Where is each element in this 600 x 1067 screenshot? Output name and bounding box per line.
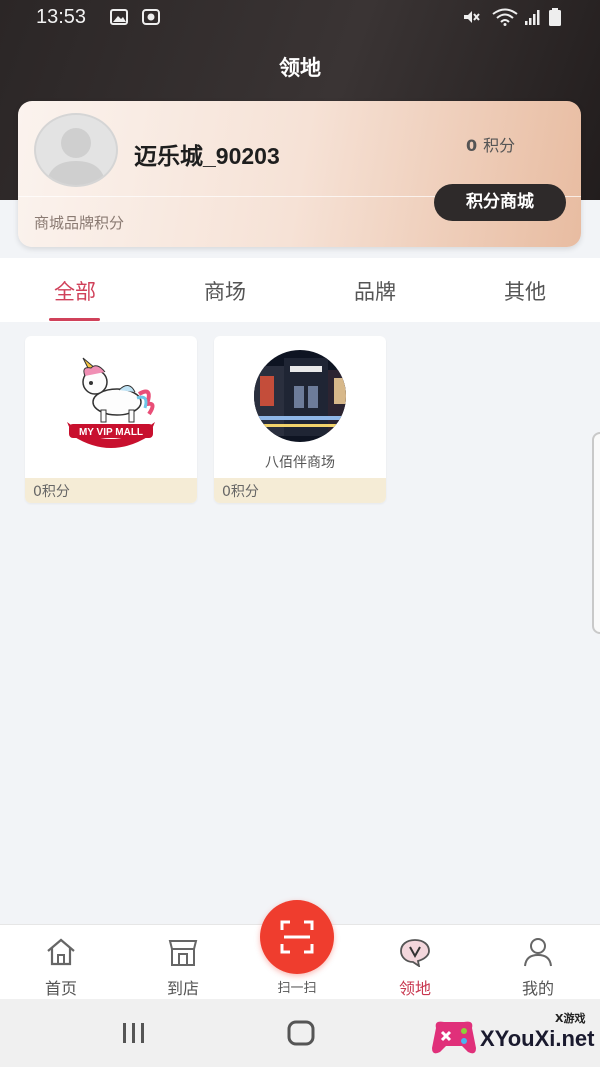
item-points: 0积分: [222, 484, 259, 500]
mall-photo: [254, 350, 346, 442]
status-bar: 13:53: [0, 0, 600, 36]
scan-label: 扫一扫: [277, 981, 317, 996]
points-mall-button[interactable]: 积分商城: [434, 184, 566, 221]
category-tabs: 全部 商场 品牌 其他: [0, 258, 600, 322]
tab-all[interactable]: 全部: [0, 276, 150, 306]
tabbar-home-label: 首页: [44, 979, 77, 998]
gamepad-logo-icon: [432, 1021, 476, 1054]
watermark-text: XYouXi.net: [480, 1026, 595, 1051]
tabbar-store[interactable]: 到店: [138, 937, 228, 999]
watermark: X游戏 XYouXi.net: [430, 1012, 600, 1062]
page-title: 领地: [279, 56, 321, 80]
tab-other[interactable]: 其他: [450, 276, 600, 306]
image-notification-icon: [110, 9, 128, 25]
watermark-small-text: X游戏: [555, 1012, 586, 1025]
mute-icon: [464, 11, 480, 23]
tabbar-mine[interactable]: 我的: [493, 937, 583, 999]
camera-notification-icon: [142, 9, 160, 25]
points-value: 0: [466, 136, 478, 155]
avatar[interactable]: [34, 113, 118, 187]
item-points-bar: 0积分: [214, 478, 386, 503]
battery-icon: [549, 8, 561, 26]
grid-item-my-vip-mall[interactable]: MY VIP MALL 0积分: [25, 336, 197, 503]
home-nav-icon[interactable]: [286, 1019, 316, 1047]
signal-icon: [525, 10, 540, 25]
username: 迈乐城_90203: [134, 143, 280, 169]
tabbar-mine-label: 我的: [521, 979, 554, 998]
grid-item-babaiban-mall[interactable]: 八佰伴商场 0积分: [214, 336, 386, 503]
tab-brands[interactable]: 品牌: [300, 276, 450, 306]
active-tab-indicator: [49, 318, 100, 321]
tabbar-territory[interactable]: 领地: [370, 937, 460, 999]
territory-chat-icon: [400, 939, 430, 968]
item-points-bar: 0积分: [25, 478, 197, 503]
card-subtitle: 商城品牌积分: [34, 214, 125, 232]
tabbar-territory-label: 领地: [398, 979, 431, 998]
item-points: 0积分: [33, 484, 70, 500]
points-display: 0 积分: [466, 132, 515, 156]
points-unit: 积分: [483, 136, 516, 155]
status-time: 13:53: [36, 6, 87, 28]
profile-card: 迈乐城_90203 0 积分 积分商城 商城品牌积分: [18, 101, 581, 247]
tabbar-store-label: 到店: [166, 979, 199, 998]
scan-icon: [280, 920, 314, 954]
user-icon: [524, 938, 552, 967]
tabbar-home[interactable]: 首页: [16, 937, 106, 999]
side-drawer-handle[interactable]: [592, 432, 600, 634]
store-icon: [168, 940, 198, 966]
default-avatar-icon: [46, 128, 106, 185]
tab-malls[interactable]: 商场: [150, 276, 300, 306]
logo-text: MY VIP MALL: [79, 427, 143, 438]
home-icon: [47, 938, 75, 966]
wifi-icon: [492, 8, 518, 26]
unicorn-logo: MY VIP MALL: [67, 357, 155, 448]
recent-apps-icon[interactable]: [120, 1021, 148, 1045]
scan-button[interactable]: [260, 900, 334, 974]
item-name: 八佰伴商场: [265, 455, 335, 471]
